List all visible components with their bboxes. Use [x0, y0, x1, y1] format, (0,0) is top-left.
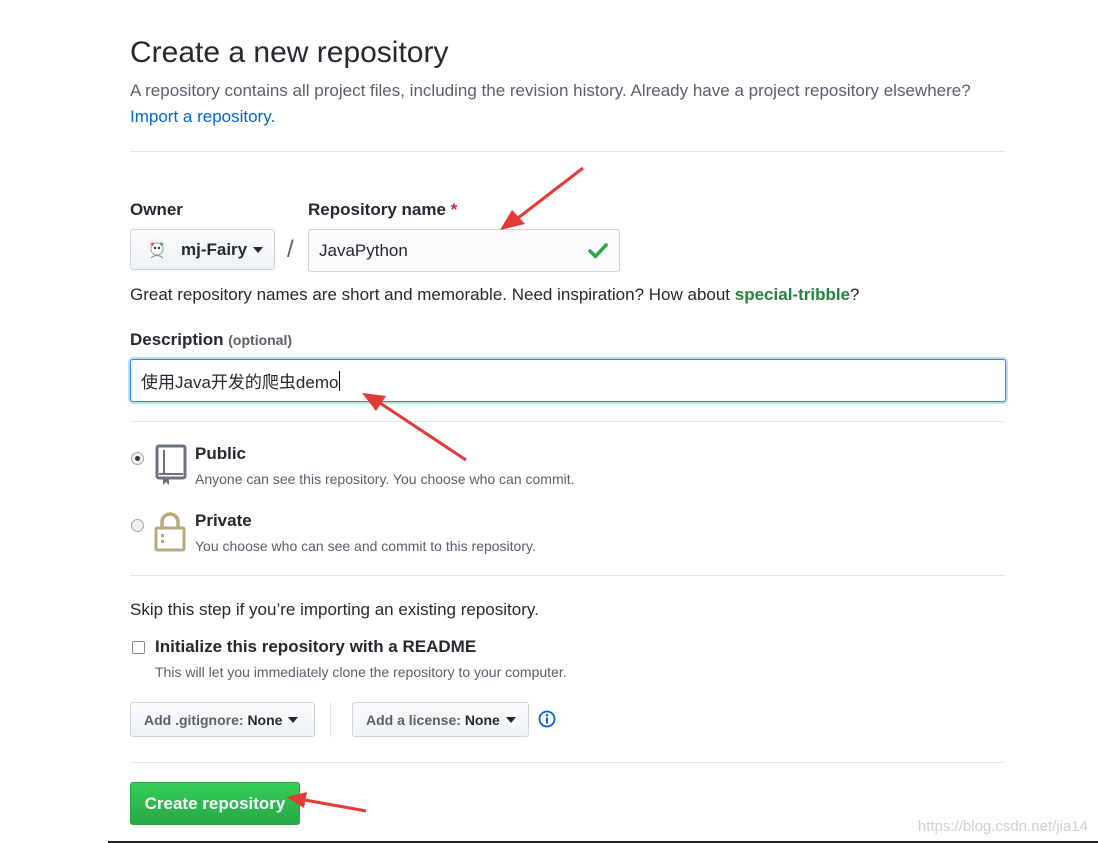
readme-note: This will let you immediately clone the … — [155, 664, 567, 680]
readme-label[interactable]: Initialize this repository with a README — [155, 637, 476, 657]
divider — [130, 762, 1005, 763]
chevron-down-icon — [253, 246, 264, 253]
owner-label: Owner — [130, 200, 183, 219]
arrow-to-repo-name — [500, 166, 584, 230]
lock-icon — [154, 512, 186, 552]
divider — [330, 702, 331, 737]
info-icon[interactable] — [538, 710, 556, 728]
text-cursor — [339, 370, 341, 391]
owner-select-button[interactable]: mj-Fairy — [130, 229, 275, 270]
owner-name: mj-Fairy — [181, 239, 248, 259]
arrow-to-description — [362, 393, 467, 462]
import-repository-link[interactable]: Import a repository. — [130, 107, 275, 126]
visibility-private-title: Private — [195, 511, 252, 530]
gitignore-select[interactable]: Add .gitignore: None — [130, 702, 315, 737]
page-lead: A repository contains all project files,… — [130, 78, 1010, 130]
visibility-public-note: Anyone can see this repository. You choo… — [195, 471, 575, 487]
name-suggestion[interactable]: special-tribble — [735, 285, 850, 304]
create-repository-button[interactable]: Create repository — [130, 782, 300, 825]
visibility-public-radio[interactable] — [131, 452, 144, 465]
chevron-down-icon — [288, 716, 299, 723]
description-label: Description (optional) — [130, 330, 293, 349]
page-title: Create a new repository — [130, 36, 449, 69]
repo-book-icon — [155, 444, 187, 485]
repo-name-label: Repository name * — [308, 200, 458, 219]
watermark: https://blog.csdn.net/jia14 — [917, 818, 1088, 835]
gitignore-value: None — [247, 711, 283, 728]
skip-note: Skip this step if you’re importing an ex… — [130, 600, 539, 619]
visibility-private-radio[interactable] — [131, 519, 144, 532]
visibility-public-title: Public — [195, 444, 247, 463]
repository-name-input[interactable]: JavaPython — [308, 229, 620, 272]
license-select[interactable]: Add a license: None — [352, 702, 529, 737]
name-hint: Great repository names are short and mem… — [130, 285, 860, 304]
required-mark: * — [450, 200, 458, 219]
divider — [130, 421, 1005, 422]
divider — [130, 151, 1005, 152]
repository-name-value: JavaPython — [319, 240, 408, 260]
check-icon — [588, 243, 608, 259]
divider — [130, 575, 1005, 576]
description-input[interactable]: 使用Java开发的爬虫demo — [130, 359, 1006, 402]
slash-separator: / — [287, 236, 294, 263]
chevron-down-icon — [505, 716, 516, 723]
avatar — [145, 238, 169, 262]
readme-checkbox[interactable] — [132, 641, 145, 654]
license-value: None — [464, 711, 500, 728]
visibility-private-note: You choose who can see and commit to thi… — [195, 538, 536, 554]
description-value: 使用Java开发的爬虫demo — [141, 373, 339, 392]
lead-text: A repository contains all project files,… — [130, 81, 971, 100]
optional-note: (optional) — [228, 332, 293, 348]
